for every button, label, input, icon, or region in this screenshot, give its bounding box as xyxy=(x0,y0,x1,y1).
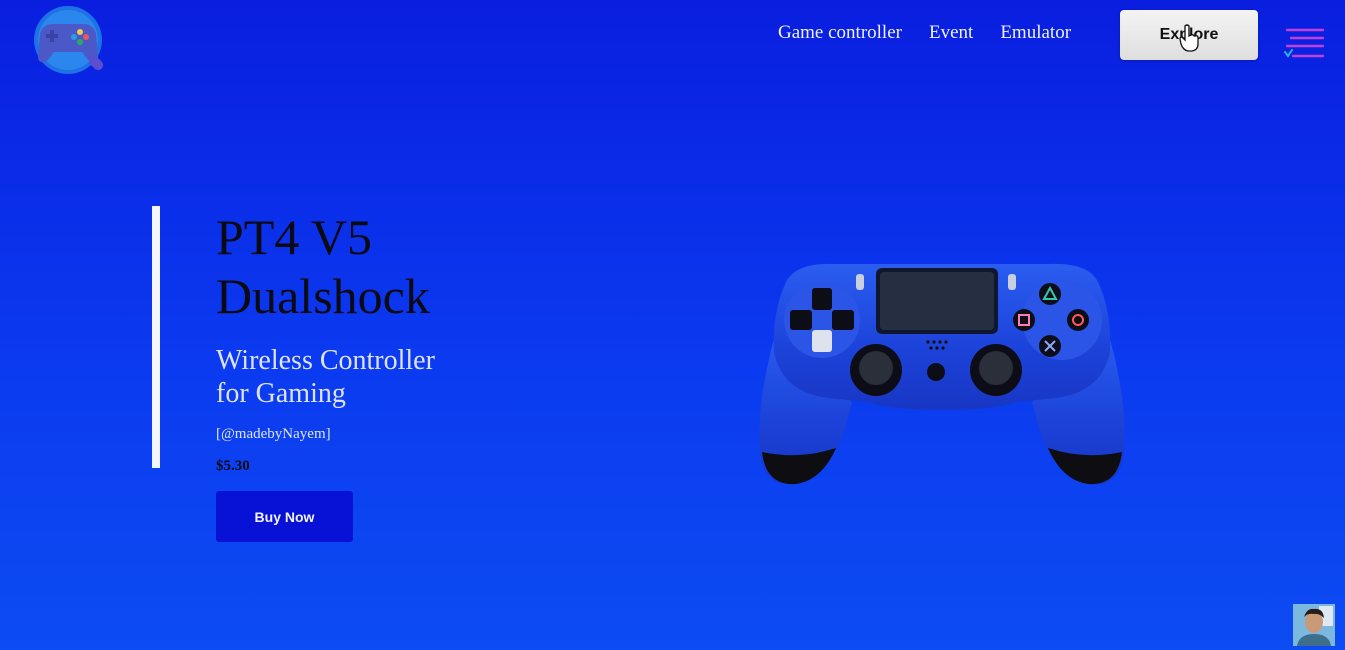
hero-accent-bar xyxy=(152,206,160,468)
hero-title-line1: PT4 V5 xyxy=(216,209,373,265)
explore-button[interactable]: Explore xyxy=(1120,10,1258,60)
presenter-avatar xyxy=(1293,604,1335,646)
nav-event[interactable]: Event xyxy=(929,22,973,44)
hero-author: [@madebyNayem] xyxy=(216,426,331,442)
menu-lines-icon[interactable] xyxy=(1283,26,1327,62)
hero-subtitle-line2: for Gaming xyxy=(216,378,346,409)
hero-price: $5.30 xyxy=(216,458,250,474)
hero-subtitle: Wireless Controller for Gaming xyxy=(216,344,616,410)
hero-subtitle-line1: Wireless Controller xyxy=(216,345,435,376)
nav-game-controller[interactable]: Game controller xyxy=(778,22,902,44)
hero-title-line2: Dualshock xyxy=(216,268,430,324)
main-nav: Game controller Event Emulator xyxy=(778,22,1071,44)
buy-now-button[interactable]: Buy Now xyxy=(216,491,353,542)
controller-image-icon xyxy=(759,263,1125,485)
hero-title: PT4 V5 Dualshock xyxy=(216,208,616,326)
nav-emulator[interactable]: Emulator xyxy=(1000,22,1071,44)
person-icon xyxy=(1293,604,1335,646)
gamepad-logo-icon[interactable] xyxy=(32,6,110,80)
